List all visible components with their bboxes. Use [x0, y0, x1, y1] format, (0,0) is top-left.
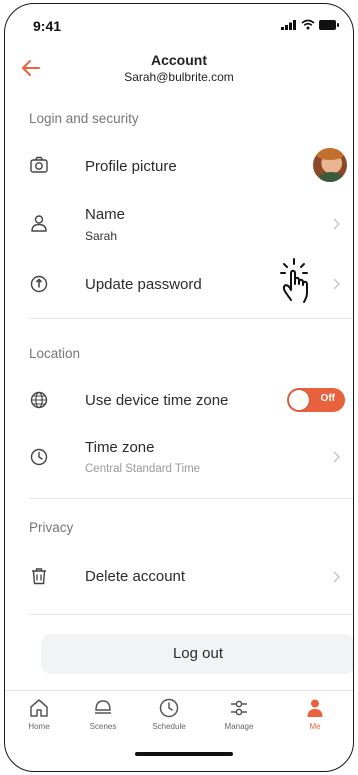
sliders-icon: [231, 700, 247, 716]
chevron-right-icon: [333, 218, 340, 230]
profile-picture-label: Profile picture: [85, 158, 177, 175]
name-row[interactable]: Name Sarah: [5, 194, 353, 254]
tab-manage[interactable]: Manage: [209, 697, 269, 731]
trash-icon: [32, 568, 46, 585]
home-icon: [30, 699, 48, 717]
account-email: Sarah@bulbrite.com: [124, 70, 234, 84]
scenes-icon: [95, 700, 111, 714]
toggle-knob: [289, 390, 309, 410]
key-icon: [30, 275, 48, 293]
name-value: Sarah: [85, 229, 118, 243]
clock-icon: [159, 698, 179, 718]
name-label: Name: [85, 206, 126, 223]
tab-me[interactable]: Me: [285, 697, 345, 731]
delete-account-label: Delete account: [85, 568, 186, 585]
status-icons: [281, 19, 339, 30]
chevron-right-icon: [333, 571, 340, 583]
home-indicator: [135, 752, 233, 756]
tab-scenes[interactable]: Scenes: [73, 697, 133, 731]
divider: [29, 318, 353, 319]
person-icon: [307, 699, 323, 717]
app-header: Account Sarah@bulbrite.com: [5, 48, 353, 92]
globe-icon: [30, 391, 48, 409]
page-title: Account: [151, 52, 207, 68]
time-zone-label: Time zone: [85, 439, 155, 456]
profile-picture-row[interactable]: Profile picture: [5, 144, 353, 188]
section-location: Location: [29, 346, 81, 361]
divider: [29, 498, 353, 499]
person-icon: [31, 215, 47, 232]
avatar[interactable]: [313, 148, 347, 182]
update-password-row[interactable]: Update password: [5, 258, 353, 306]
battery-icon: [319, 19, 339, 30]
phone-frame: 9:41 Account Sarah@bulbrite.com Login an…: [4, 3, 354, 772]
camera-icon: [30, 156, 48, 173]
device-time-zone-label: Use device time zone: [85, 392, 229, 409]
toggle-state-label: Off: [320, 393, 335, 404]
chevron-right-icon: [333, 278, 340, 290]
tab-home[interactable]: Home: [9, 697, 69, 731]
tab-me-label: Me: [309, 722, 321, 731]
status-bar: 9:41: [5, 4, 353, 44]
delete-account-row[interactable]: Delete account: [5, 555, 353, 599]
section-privacy: Privacy: [29, 520, 74, 535]
clock-icon: [30, 448, 48, 466]
status-time: 9:41: [33, 18, 62, 34]
chevron-right-icon: [333, 451, 340, 463]
tab-scenes-label: Scenes: [89, 722, 117, 731]
tab-home-label: Home: [28, 722, 50, 731]
device-time-zone-toggle[interactable]: Off: [287, 388, 345, 412]
section-login-security: Login and security: [29, 111, 139, 126]
tab-schedule-label: Schedule: [152, 722, 186, 731]
device-time-zone-row: Use device time zone Off: [5, 378, 353, 422]
wifi-icon: [301, 19, 315, 30]
tab-schedule[interactable]: Schedule: [139, 697, 199, 731]
tab-bar: Home Scenes Schedule Manage Me: [5, 690, 353, 746]
tab-manage-label: Manage: [224, 722, 254, 731]
tap-gesture-icon: [280, 258, 308, 303]
divider: [29, 614, 353, 615]
update-password-label: Update password: [85, 276, 202, 293]
time-zone-value: Central Standard Time: [85, 463, 201, 475]
signal-icon: [281, 19, 296, 30]
time-zone-row[interactable]: Time zone Central Standard Time: [5, 429, 353, 485]
log-out-button[interactable]: Log out: [41, 634, 353, 674]
